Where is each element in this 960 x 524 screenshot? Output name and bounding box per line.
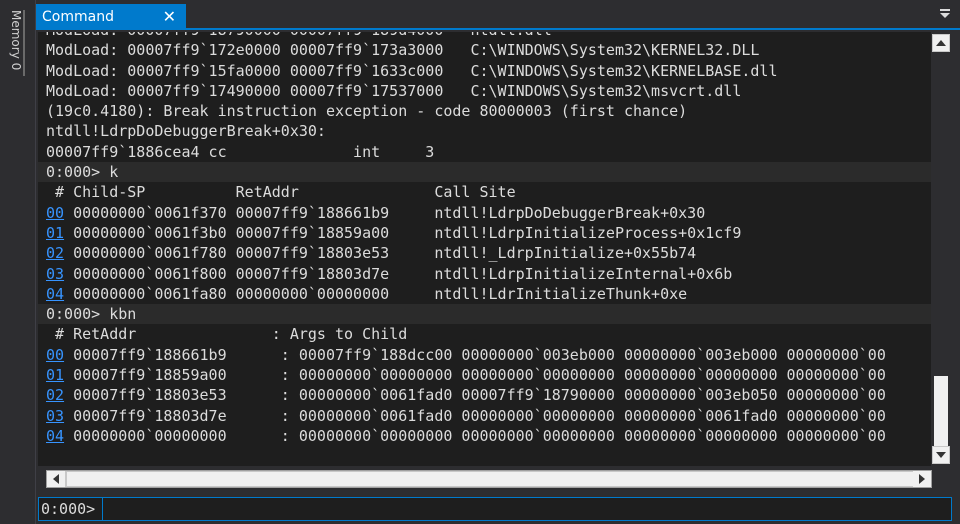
frame-number-link[interactable]: 01 <box>46 224 64 242</box>
horizontal-scroll-thumb[interactable] <box>67 472 917 486</box>
command-bar: 0:000> <box>36 494 960 524</box>
frame-number-link[interactable]: 00 <box>46 346 64 364</box>
vertical-scrollbar[interactable] <box>931 32 951 466</box>
frame-details: 00000000`0061f800 00007ff9`18803d7e ntdl… <box>64 264 733 283</box>
stack-frame-row: 03 00000000`0061f800 00007ff9`18803d7e n… <box>46 264 931 284</box>
horizontal-scroll-track[interactable] <box>46 470 932 488</box>
command-echo-kbn: 0:000> kbn <box>38 304 931 325</box>
tab-command[interactable]: Command ✕ <box>36 4 186 30</box>
output-lines: ModLoad: 00007ff9`18790000 00007ff9`189d… <box>38 32 931 446</box>
stack-frame-row: 02 00007ff9`18803e53 : 00000000`0061fad0… <box>46 385 931 405</box>
frame-details: 00000000`0061f780 00007ff9`18803e53 ntdl… <box>64 244 697 263</box>
arrow-down-icon[interactable] <box>932 446 950 464</box>
stack-frame-row: 04 00000000`0061fa80 00000000`00000000 n… <box>46 284 931 304</box>
frame-details: 00007ff9`18803d7e : 00000000`0061fad0 00… <box>64 406 886 425</box>
output-line: ModLoad: 00007ff9`172e0000 00007ff9`173a… <box>46 41 760 60</box>
frame-number-link[interactable]: 02 <box>46 244 64 262</box>
frame-number-link[interactable]: 03 <box>46 407 64 425</box>
arrow-up-icon[interactable] <box>932 34 950 52</box>
output-line: ModLoad: 00007ff9`18790000 00007ff9`189d… <box>46 32 931 40</box>
memory-tab[interactable]: Memory 0 <box>9 10 25 77</box>
horizontal-scrollbar[interactable] <box>38 466 932 492</box>
stack-frame-row: 03 00007ff9`18803d7e : 00000000`0061fad0… <box>46 406 931 426</box>
stack-frame-row: 04 00000000`00000000 : 00000000`00000000… <box>46 426 931 446</box>
frame-details: 00000000`0061f3b0 00007ff9`18859a00 ntdl… <box>64 223 742 242</box>
frame-number-link[interactable]: 03 <box>46 265 64 283</box>
output-line: ModLoad: 00007ff9`17490000 00007ff9`1753… <box>46 81 742 100</box>
frame-number-link[interactable]: 00 <box>46 204 64 222</box>
tab-bar: Command ✕ <box>36 0 960 30</box>
frame-number-link[interactable]: 02 <box>46 386 64 404</box>
output-line: ntdll!LdrpDoDebuggerBreak+0x30: <box>46 122 326 141</box>
command-echo-k: 0:000> k <box>38 162 931 183</box>
command-input[interactable] <box>102 497 952 521</box>
output-line: 00007ff9`1886cea4 cc int 3 <box>46 142 435 161</box>
chevron-down-menu-icon[interactable] <box>938 6 952 20</box>
arrow-right-icon[interactable] <box>913 471 931 487</box>
frame-details: 00000000`0061fa80 00000000`00000000 ntdl… <box>64 284 688 303</box>
output-line: ModLoad: 00007ff9`15fa0000 00007ff9`1633… <box>46 61 778 80</box>
frame-details: 00000000`00000000 : 00000000`00000000 00… <box>64 426 886 445</box>
stack-frame-row: 02 00000000`0061f780 00007ff9`18803e53 n… <box>46 243 931 263</box>
frame-details: 00007ff9`188661b9 : 00007ff9`188dcc00 00… <box>64 345 886 364</box>
stack-frame-row: 00 00000000`0061f370 00007ff9`188661b9 n… <box>46 203 931 223</box>
close-icon[interactable]: ✕ <box>163 8 176 26</box>
frame-details: 00007ff9`18803e53 : 00000000`0061fad0 00… <box>64 386 886 405</box>
stack-frame-row: 01 00007ff9`18859a00 : 00000000`00000000… <box>46 365 931 385</box>
arrow-left-icon[interactable] <box>47 471 65 487</box>
frame-number-link[interactable]: 04 <box>46 427 64 445</box>
stack-header: # Child-SP RetAddr Call Site <box>46 183 516 202</box>
left-rail: Memory 0 <box>0 0 36 524</box>
frame-details: 00007ff9`18859a00 : 00000000`00000000 00… <box>64 366 886 385</box>
stack-header: # RetAddr : Args to Child <box>46 325 408 344</box>
vertical-scroll-thumb[interactable] <box>934 376 948 446</box>
frame-details: 00000000`0061f370 00007ff9`188661b9 ntdl… <box>64 203 706 222</box>
tab-command-label: Command <box>42 9 114 25</box>
frame-number-link[interactable]: 01 <box>46 366 64 384</box>
frame-number-link[interactable]: 04 <box>46 285 64 303</box>
output-line: (19c0.4180): Break instruction exception… <box>46 102 688 121</box>
command-output[interactable]: ModLoad: 00007ff9`18790000 00007ff9`189d… <box>38 32 931 466</box>
stack-frame-row: 00 00007ff9`188661b9 : 00007ff9`188dcc00… <box>46 345 931 365</box>
command-prompt-label: 0:000> <box>38 497 102 521</box>
stack-frame-row: 01 00000000`0061f3b0 00007ff9`18859a00 n… <box>46 223 931 243</box>
